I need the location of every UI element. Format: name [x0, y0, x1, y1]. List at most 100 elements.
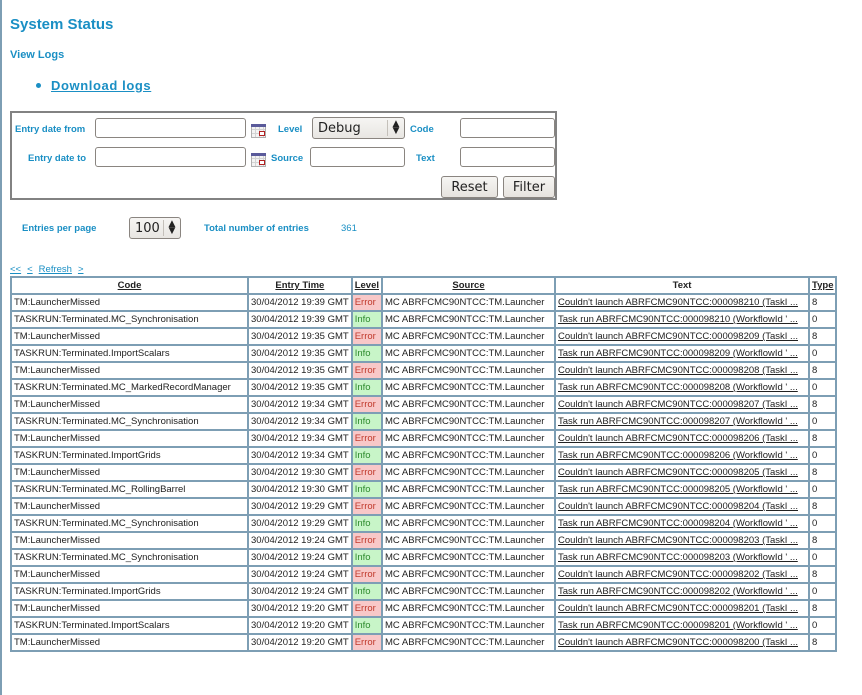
cell-level: Info: [350, 412, 384, 431]
download-logs-item: Download logs: [36, 78, 151, 93]
table-row: TM:LauncherMissed 30/04/2012 19:24 GMT Err…: [10, 531, 838, 550]
entry-date-to-input[interactable]: [95, 147, 246, 167]
source-input[interactable]: [310, 147, 405, 167]
cell-text: Couldn't launch ABRFCMC90NTCC:000098203 …: [554, 531, 811, 550]
download-logs-link[interactable]: Download logs: [51, 78, 151, 93]
first-page-link[interactable]: <<: [10, 264, 21, 275]
cell-text: Task run ABRFCMC90NTCC:000098203 (Workfl…: [554, 548, 811, 567]
table-row: TASKRUN:Terminated.MC_RollingBarrel 30/04…: [10, 480, 838, 499]
cell-source: MC ABRFCMC90NTCC:TM.Launcher: [381, 531, 557, 550]
table-row: TM:LauncherMissed 30/04/2012 19:35 GMT Err…: [10, 327, 838, 346]
calendar-icon[interactable]: [251, 124, 266, 138]
filter-panel: Entry date from Level Debug ▲ ▼ Code Entr…: [10, 111, 557, 200]
cell-text: Task run ABRFCMC90NTCC:000098208 (Workfl…: [554, 378, 811, 397]
log-text-link[interactable]: Couldn't launch ABRFCMC90NTCC:000098200 …: [558, 637, 798, 648]
level-select-value: Debug: [318, 120, 361, 136]
prev-page-link[interactable]: <: [27, 264, 33, 275]
next-page-link[interactable]: >: [78, 264, 84, 275]
log-text-link[interactable]: Couldn't launch ABRFCMC90NTCC:000098206 …: [558, 433, 798, 444]
cell-code: TM:LauncherMissed: [10, 633, 249, 652]
cell-code: TASKRUN:Terminated.MC_Synchronisation: [10, 412, 249, 431]
calendar-icon[interactable]: [251, 153, 266, 167]
log-text-link[interactable]: Task run ABRFCMC90NTCC:000098207 (Workfl…: [558, 416, 798, 427]
log-text-link[interactable]: Task run ABRFCMC90NTCC:000098202 (Workfl…: [558, 586, 798, 597]
log-text-link[interactable]: Task run ABRFCMC90NTCC:000098204 (Workfl…: [558, 518, 798, 529]
log-text-link[interactable]: Task run ABRFCMC90NTCC:000098208 (Workfl…: [558, 382, 798, 393]
cell-code: TM:LauncherMissed: [10, 293, 249, 312]
table-row: TASKRUN:Terminated.MC_Synchronisation 30/…: [10, 548, 838, 567]
cell-text: Couldn't launch ABRFCMC90NTCC:000098207 …: [554, 395, 811, 414]
cell-type: 0: [807, 412, 838, 431]
filter-button[interactable]: Filter: [503, 176, 555, 198]
log-text-link[interactable]: Task run ABRFCMC90NTCC:000098201 (Workfl…: [558, 620, 798, 631]
cell-text: Task run ABRFCMC90NTCC:000098205 (Workfl…: [554, 480, 811, 499]
log-text-link[interactable]: Couldn't launch ABRFCMC90NTCC:000098209 …: [558, 331, 798, 342]
log-text-link[interactable]: Couldn't launch ABRFCMC90NTCC:000098203 …: [558, 535, 798, 546]
cell-text: Couldn't launch ABRFCMC90NTCC:000098206 …: [554, 429, 811, 448]
entries-per-page-select[interactable]: 100 ▲ ▼: [129, 217, 181, 239]
select-arrows-icon: ▲ ▼: [387, 120, 404, 136]
cell-level: Error: [350, 463, 384, 482]
log-text-link[interactable]: Task run ABRFCMC90NTCC:000098206 (Workfl…: [558, 450, 798, 461]
cell-entry-time: 30/04/2012 19:35 GMT: [247, 361, 353, 380]
cell-code: TASKRUN:Terminated.ImportScalars: [10, 344, 249, 363]
page-title: System Status: [10, 16, 114, 33]
cell-text: Task run ABRFCMC90NTCC:000098202 (Workfl…: [554, 582, 811, 601]
cell-source: MC ABRFCMC90NTCC:TM.Launcher: [381, 446, 557, 465]
cell-level: Error: [350, 599, 384, 618]
cell-level: Error: [350, 395, 384, 414]
text-input[interactable]: [460, 147, 555, 167]
cell-source: MC ABRFCMC90NTCC:TM.Launcher: [381, 429, 557, 448]
cell-text: Task run ABRFCMC90NTCC:000098209 (Workfl…: [554, 344, 811, 363]
cell-level: Error: [350, 633, 384, 652]
table-row: TM:LauncherMissed 30/04/2012 19:30 GMT Err…: [10, 463, 838, 482]
log-text-link[interactable]: Couldn't launch ABRFCMC90NTCC:000098207 …: [558, 399, 798, 410]
level-select[interactable]: Debug ▲ ▼: [312, 117, 405, 139]
log-text-link[interactable]: Couldn't launch ABRFCMC90NTCC:000098210 …: [558, 297, 798, 308]
select-arrows-icon: ▲ ▼: [163, 220, 180, 236]
cell-type: 0: [807, 548, 838, 567]
cell-level: Info: [350, 582, 384, 601]
cell-level: Info: [350, 446, 384, 465]
log-text-link[interactable]: Task run ABRFCMC90NTCC:000098210 (Workfl…: [558, 314, 798, 325]
cell-level: Info: [350, 344, 384, 363]
log-text-link[interactable]: Task run ABRFCMC90NTCC:000098203 (Workfl…: [558, 552, 798, 563]
code-input[interactable]: [460, 118, 555, 138]
cell-level: Error: [350, 361, 384, 380]
cell-entry-time: 30/04/2012 19:24 GMT: [247, 565, 353, 584]
column-header-entry-time[interactable]: Entry Time: [247, 276, 353, 295]
cell-level: Error: [350, 429, 384, 448]
total-entries-value: 361: [341, 223, 357, 234]
log-text-link[interactable]: Couldn't launch ABRFCMC90NTCC:000098202 …: [558, 569, 798, 580]
log-text-link[interactable]: Task run ABRFCMC90NTCC:000098209 (Workfl…: [558, 348, 798, 359]
source-label: Source: [271, 153, 304, 164]
table-row: TASKRUN:Terminated.ImportGrids 30/04/2012…: [10, 582, 838, 601]
code-label: Code: [410, 124, 434, 135]
column-header-code[interactable]: Code: [10, 276, 249, 295]
cell-entry-time: 30/04/2012 19:34 GMT: [247, 395, 353, 414]
cell-type: 8: [807, 633, 838, 652]
cell-source: MC ABRFCMC90NTCC:TM.Launcher: [381, 599, 557, 618]
log-text-link[interactable]: Couldn't launch ABRFCMC90NTCC:000098205 …: [558, 467, 798, 478]
cell-entry-time: 30/04/2012 19:34 GMT: [247, 446, 353, 465]
cell-entry-time: 30/04/2012 19:39 GMT: [247, 310, 353, 329]
log-text-link[interactable]: Couldn't launch ABRFCMC90NTCC:000098204 …: [558, 501, 798, 512]
column-header-type[interactable]: Type: [807, 276, 838, 295]
cell-level: Info: [350, 480, 384, 499]
log-text-link[interactable]: Couldn't launch ABRFCMC90NTCC:000098208 …: [558, 365, 798, 376]
refresh-link[interactable]: Refresh: [39, 264, 72, 275]
cell-source: MC ABRFCMC90NTCC:TM.Launcher: [381, 327, 557, 346]
cell-entry-time: 30/04/2012 19:20 GMT: [247, 599, 353, 618]
cell-text: Couldn't launch ABRFCMC90NTCC:000098200 …: [554, 633, 811, 652]
cell-entry-time: 30/04/2012 19:39 GMT: [247, 293, 353, 312]
cell-text: Task run ABRFCMC90NTCC:000098210 (Workfl…: [554, 310, 811, 329]
cell-entry-time: 30/04/2012 19:20 GMT: [247, 633, 353, 652]
column-header-level[interactable]: Level: [350, 276, 384, 295]
cell-type: 0: [807, 378, 838, 397]
log-text-link[interactable]: Couldn't launch ABRFCMC90NTCC:000098201 …: [558, 603, 798, 614]
column-header-source[interactable]: Source: [381, 276, 557, 295]
cell-text: Couldn't launch ABRFCMC90NTCC:000098202 …: [554, 565, 811, 584]
entry-date-from-input[interactable]: [95, 118, 246, 138]
log-text-link[interactable]: Task run ABRFCMC90NTCC:000098205 (Workfl…: [558, 484, 798, 495]
reset-button[interactable]: Reset: [441, 176, 498, 198]
